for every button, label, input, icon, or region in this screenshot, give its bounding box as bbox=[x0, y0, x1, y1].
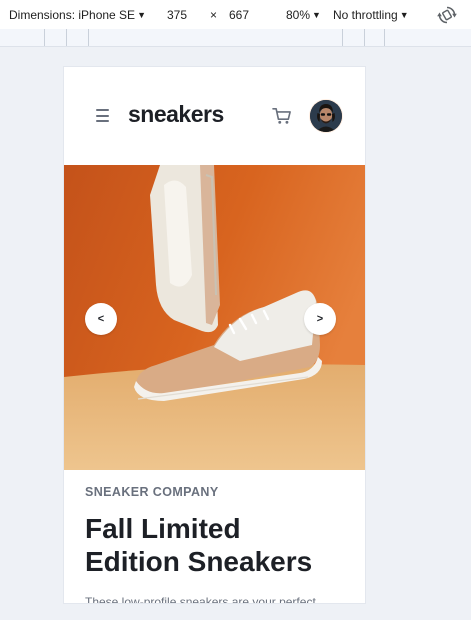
cart-icon[interactable] bbox=[272, 107, 292, 125]
caret-down-icon: ▼ bbox=[399, 10, 409, 20]
caret-down-icon: ▼ bbox=[312, 10, 321, 20]
avatar[interactable] bbox=[310, 100, 342, 132]
company-name: SNEAKER COMPANY bbox=[85, 485, 219, 499]
zoom-dropdown[interactable]: 80% ▼ bbox=[286, 8, 321, 22]
product-description: These low-profile sneakers are your perf… bbox=[85, 595, 316, 603]
dimensions-dropdown[interactable]: Dimensions: iPhone SE ▼ bbox=[9, 8, 146, 22]
site-logo[interactable]: sneakers bbox=[128, 101, 224, 128]
height-input[interactable]: 667 bbox=[229, 8, 249, 22]
chevron-right-icon: > bbox=[316, 313, 324, 325]
emulated-viewport: sneakers < > SNEAKER COMPANY Fall Limite… bbox=[64, 67, 365, 603]
caret-down-icon: ▼ bbox=[137, 10, 146, 20]
product-info: SNEAKER COMPANY Fall Limited Edition Sne… bbox=[85, 485, 345, 603]
device-toolbar: Dimensions: iPhone SE ▼ 375 × 667 80% ▼ No… bbox=[0, 0, 471, 30]
hamburger-icon[interactable] bbox=[96, 109, 109, 123]
throttling-label: No throttling bbox=[333, 8, 398, 22]
site-header: sneakers bbox=[64, 67, 365, 165]
dimension-times: × bbox=[210, 8, 218, 22]
throttling-dropdown[interactable]: No throttling ▼ bbox=[333, 8, 409, 22]
product-title: Fall Limited Edition Sneakers bbox=[85, 512, 345, 578]
width-input[interactable]: 375 bbox=[167, 8, 187, 22]
rotate-icon[interactable] bbox=[437, 5, 457, 25]
carousel-next-button[interactable]: > bbox=[304, 303, 336, 335]
zoom-label: 80% bbox=[286, 8, 311, 22]
product-title-line-1: Fall Limited bbox=[85, 513, 241, 544]
chevron-left-icon: < bbox=[97, 313, 105, 325]
carousel-prev-button[interactable]: < bbox=[85, 303, 117, 335]
media-query-ruler bbox=[0, 29, 471, 47]
dimensions-label: Dimensions: iPhone SE bbox=[9, 8, 136, 22]
product-title-line-2: Edition Sneakers bbox=[85, 546, 313, 577]
